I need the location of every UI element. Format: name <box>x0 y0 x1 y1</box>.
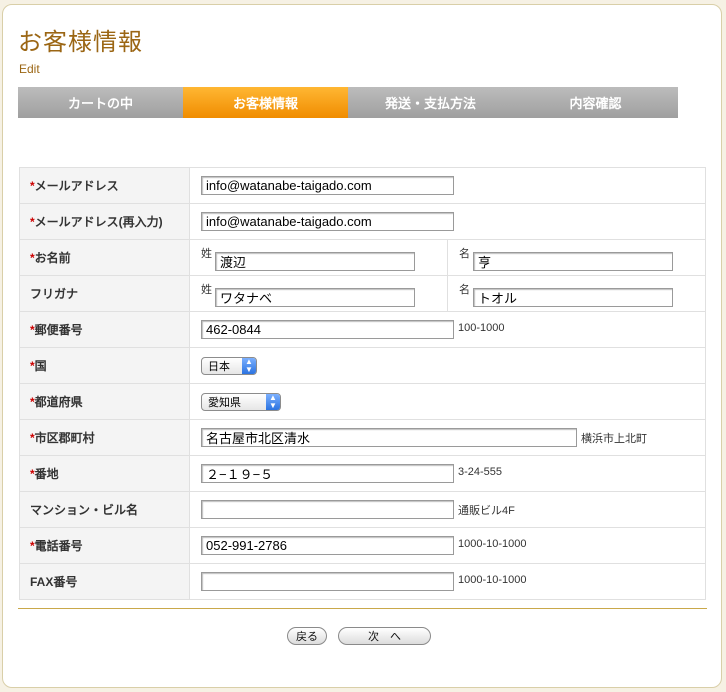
chevron-updown-icon: ▲ ▼ <box>266 393 280 410</box>
mei-tag: 名 <box>459 284 470 296</box>
building-label: マンション・ビル名 <box>19 491 190 528</box>
address-hint: 3-24-555 <box>458 466 503 478</box>
email-confirm-label: *メールアドレス(再入力) <box>19 203 190 240</box>
prefecture-label: *都道府県 <box>19 383 190 420</box>
country-select-value: 日本 <box>208 360 230 373</box>
name-label-text: お名前 <box>34 251 71 265</box>
row-kana: フリガナ 姓 名 <box>19 275 706 312</box>
city-hint: 横浜市上北町 <box>581 433 647 445</box>
row-city: *市区郡町村 横浜市上北町 <box>19 419 706 456</box>
sei-tag: 姓 <box>201 284 212 296</box>
zip-label: *郵便番号 <box>19 311 190 348</box>
prefecture-label-text: 都道府県 <box>34 395 83 409</box>
address-label: *番地 <box>19 455 190 492</box>
email-confirm-label-text: メールアドレス(再入力) <box>34 215 163 229</box>
prefecture-select[interactable]: 愛知県 ▲ ▼ <box>201 392 281 411</box>
checkout-steps: カートの中 お客様情報 発送・支払方法 内容確認 <box>18 87 678 118</box>
first-name-field[interactable] <box>473 252 673 271</box>
step-customer-info: お客様情報 <box>183 87 348 118</box>
next-button[interactable]: 次 へ <box>338 627 431 645</box>
country-label: *国 <box>19 347 190 384</box>
zip-field[interactable] <box>201 320 454 339</box>
email-label-text: メールアドレス <box>34 179 119 193</box>
phone-label-text: 電話番号 <box>34 539 83 553</box>
fax-label: FAX番号 <box>19 563 190 600</box>
row-email: *メールアドレス <box>19 167 706 204</box>
fax-hint: 1000-10-1000 <box>458 574 527 586</box>
zip-hint: 100-1000 <box>458 322 505 334</box>
step-confirm: 内容確認 <box>513 87 678 118</box>
building-hint: 通販ビル4F <box>458 505 515 517</box>
city-field[interactable] <box>201 428 577 447</box>
chevron-updown-icon: ▲ ▼ <box>242 357 256 374</box>
last-name-kana-field[interactable] <box>215 288 415 307</box>
kana-label: フリガナ <box>19 275 190 312</box>
edit-link[interactable]: Edit <box>19 62 40 76</box>
city-label-text: 市区郡町村 <box>34 431 95 445</box>
sei-tag: 姓 <box>201 248 212 260</box>
address-field[interactable] <box>201 464 454 483</box>
country-label-text: 国 <box>34 359 47 373</box>
customer-form: *メールアドレス *メールアドレス(再入力) *お名前 姓 名 フリガナ 姓 名… <box>19 167 706 600</box>
name-label: *お名前 <box>19 239 190 276</box>
prefecture-select-value: 愛知県 <box>208 396 241 409</box>
building-label-text: マンション・ビル名 <box>30 503 139 517</box>
zip-label-text: 郵便番号 <box>34 323 83 337</box>
country-select[interactable]: 日本 ▲ ▼ <box>201 356 257 375</box>
address-label-text: 番地 <box>34 467 59 481</box>
row-prefecture: *都道府県 愛知県 ▲ ▼ <box>19 383 706 420</box>
city-label: *市区郡町村 <box>19 419 190 456</box>
row-name: *お名前 姓 名 <box>19 239 706 276</box>
row-email-confirm: *メールアドレス(再入力) <box>19 203 706 240</box>
fax-label-text: FAX番号 <box>30 575 78 589</box>
email-label: *メールアドレス <box>19 167 190 204</box>
building-field[interactable] <box>201 500 454 519</box>
first-name-kana-field[interactable] <box>473 288 673 307</box>
row-phone: *電話番号 1000-10-1000 <box>19 527 706 564</box>
step-shipping-payment: 発送・支払方法 <box>348 87 513 118</box>
row-country: *国 日本 ▲ ▼ <box>19 347 706 384</box>
step-cart: カートの中 <box>18 87 183 118</box>
page-title: お客様情報 <box>18 28 143 56</box>
email-confirm-field[interactable] <box>201 212 454 231</box>
phone-hint: 1000-10-1000 <box>458 538 527 550</box>
last-name-field[interactable] <box>215 252 415 271</box>
fax-field[interactable] <box>201 572 454 591</box>
phone-label: *電話番号 <box>19 527 190 564</box>
divider <box>18 608 707 609</box>
row-fax: FAX番号 1000-10-1000 <box>19 563 706 600</box>
back-button[interactable]: 戻る <box>287 627 327 645</box>
row-building: マンション・ビル名 通販ビル4F <box>19 491 706 528</box>
row-address: *番地 3-24-555 <box>19 455 706 492</box>
row-zip: *郵便番号 100-1000 <box>19 311 706 348</box>
kana-label-text: フリガナ <box>30 287 79 301</box>
email-field[interactable] <box>201 176 454 195</box>
phone-field[interactable] <box>201 536 454 555</box>
mei-tag: 名 <box>459 248 470 260</box>
